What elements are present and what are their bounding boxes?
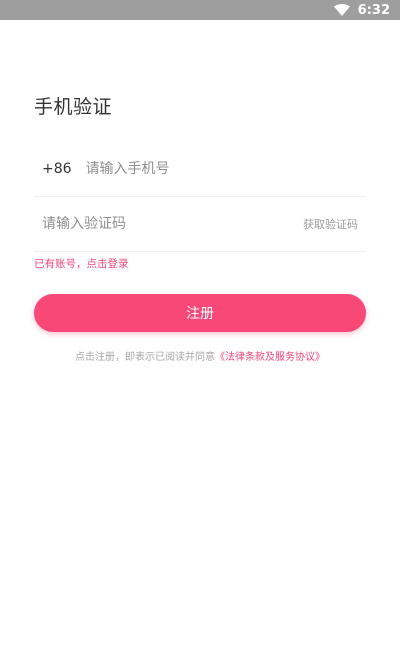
agreement-prefix: 点击注册，即表示已阅读并同意 <box>75 352 215 363</box>
phone-row: +86 <box>34 142 366 197</box>
code-row: 获取验证码 <box>34 197 366 252</box>
login-link[interactable]: 已有账号，点击登录 <box>34 256 129 271</box>
get-code-button[interactable]: 获取验证码 <box>303 216 358 232</box>
status-right: 6:32 <box>333 0 390 20</box>
terms-link[interactable]: 《法律条款及服务协议》 <box>215 352 325 363</box>
wifi-icon <box>333 4 350 16</box>
country-code[interactable]: +86 <box>42 161 72 177</box>
agreement-text: 点击注册，即表示已阅读并同意《法律条款及服务协议》 <box>0 348 400 363</box>
status-bar: 6:32 <box>0 0 400 20</box>
verification-code-input[interactable] <box>42 216 303 232</box>
register-button[interactable]: 注册 <box>34 294 366 332</box>
page-title: 手机验证 <box>34 96 113 118</box>
status-time: 6:32 <box>357 2 390 18</box>
phone-input[interactable] <box>85 161 366 177</box>
